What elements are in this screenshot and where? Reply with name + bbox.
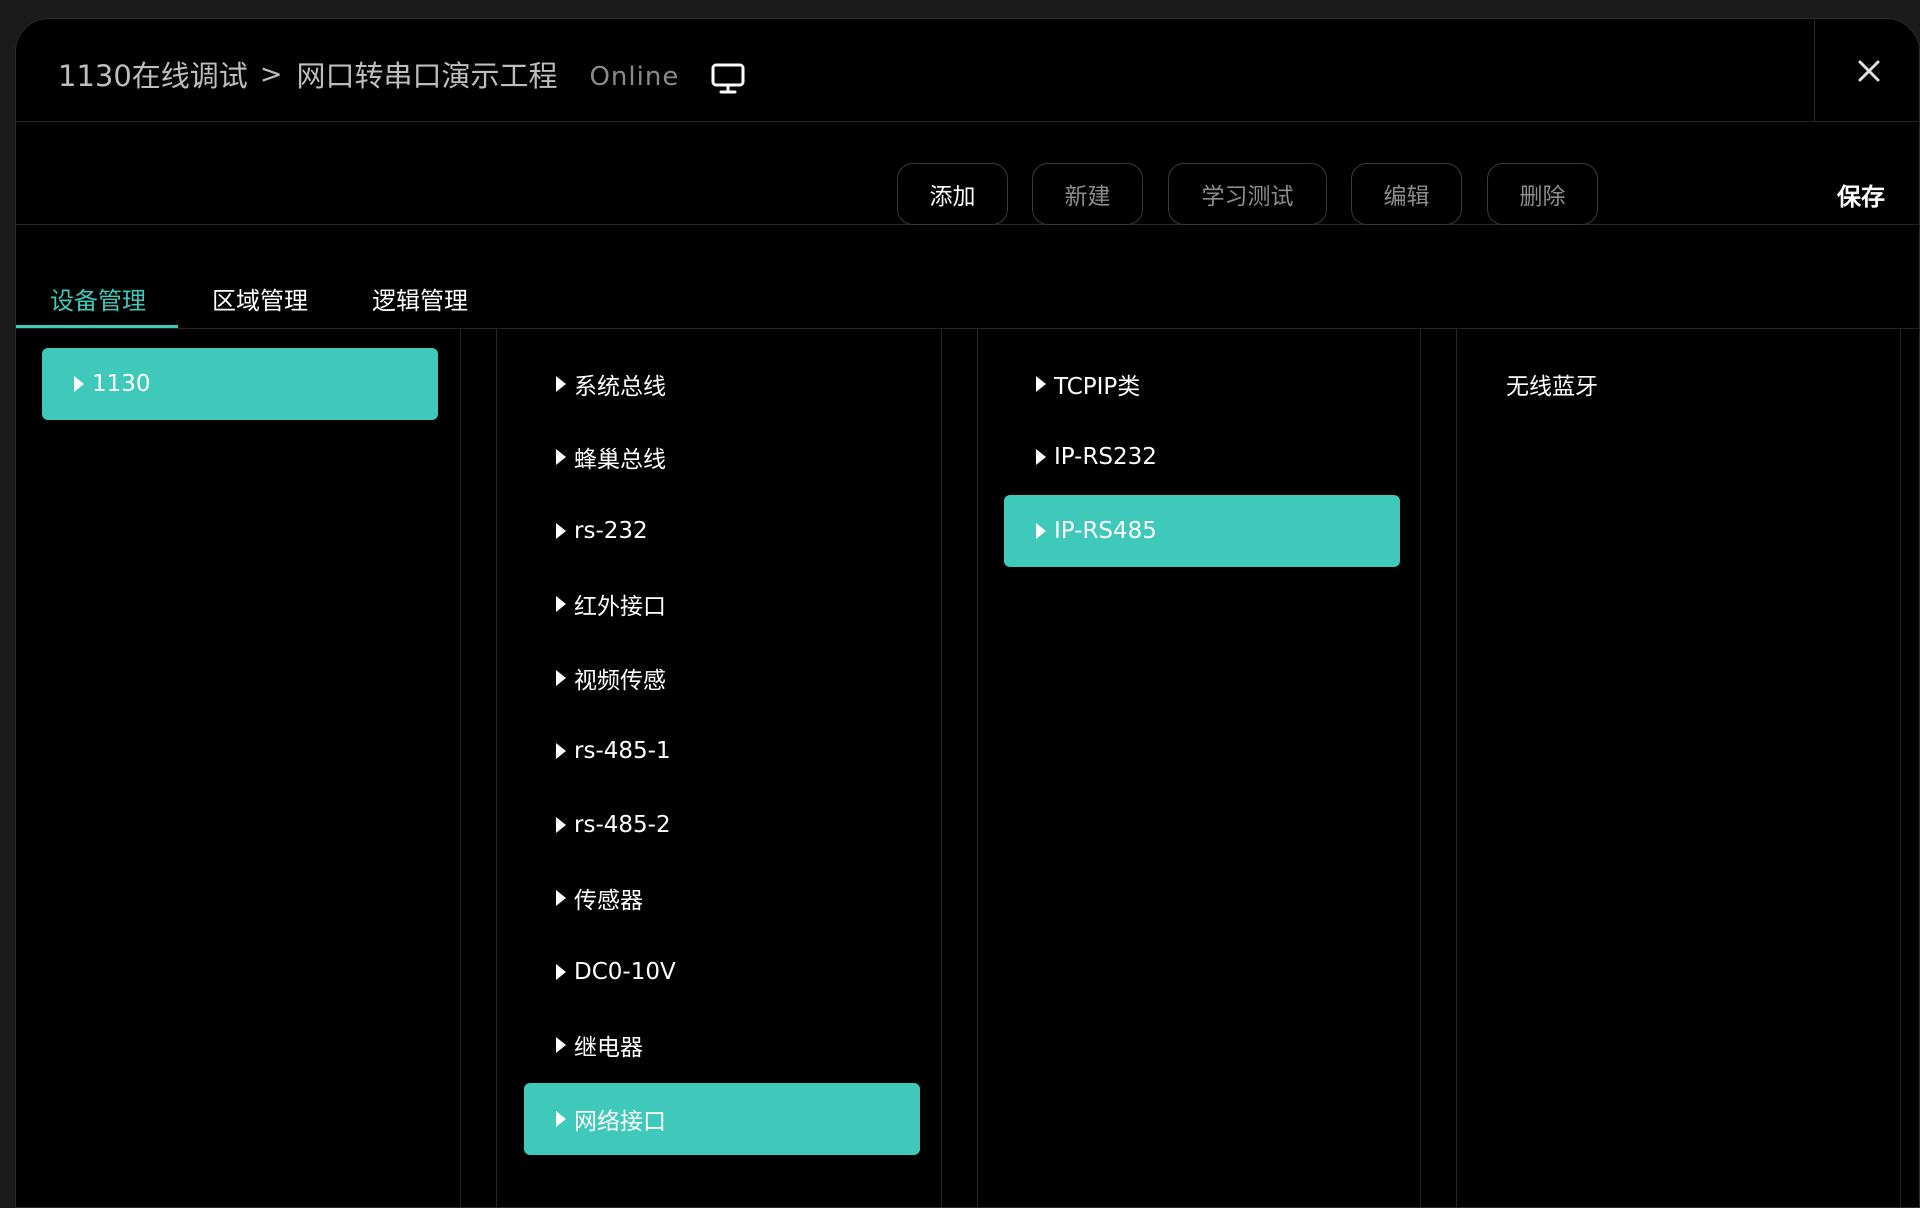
caret-right-icon xyxy=(556,743,566,759)
title-bar: 1130在线调试 > 网口转串口演示工程 Online xyxy=(16,19,1919,122)
column-divider xyxy=(1456,329,1457,1207)
caret-right-icon xyxy=(74,376,84,392)
list-item[interactable]: 系统总线 xyxy=(524,348,920,420)
column-divider xyxy=(1420,329,1421,1207)
column-divider xyxy=(460,329,461,1207)
monitor-icon[interactable] xyxy=(711,61,745,95)
close-icon[interactable] xyxy=(1854,56,1884,86)
add-button[interactable]: 添加 xyxy=(897,163,1008,225)
list-item-label: 传感器 xyxy=(574,888,643,914)
edit-button[interactable]: 编辑 xyxy=(1351,163,1462,225)
list-item[interactable]: IP-RS232 xyxy=(1004,421,1400,493)
list-item-label: 红外接口 xyxy=(574,594,666,620)
learn-test-button[interactable]: 学习测试 xyxy=(1168,163,1327,225)
caret-right-icon xyxy=(556,449,566,465)
breadcrumb-separator: > xyxy=(259,58,283,90)
save-button[interactable]: 保存 xyxy=(1837,177,1885,212)
caret-right-icon xyxy=(556,596,566,612)
list-item-label: rs-485-1 xyxy=(574,738,671,764)
breadcrumb-project[interactable]: 1130在线调试 xyxy=(58,53,248,95)
caret-right-icon xyxy=(1036,449,1046,465)
column-divider xyxy=(496,329,497,1207)
list-item-label: 1130 xyxy=(92,371,151,397)
list-item-label: TCPIP类 xyxy=(1054,374,1141,400)
column-divider xyxy=(941,329,942,1207)
list-item-network-interface[interactable]: 网络接口 xyxy=(524,1083,920,1155)
list-item-label: 继电器 xyxy=(574,1035,643,1061)
caret-right-icon xyxy=(556,890,566,906)
list-item[interactable]: rs-485-1 xyxy=(524,715,920,787)
active-tab-indicator xyxy=(16,325,178,328)
list-item[interactable]: rs-232 xyxy=(524,495,920,567)
caret-right-icon xyxy=(556,817,566,833)
title-divider xyxy=(1814,19,1815,122)
list-item[interactable]: TCPIP类 xyxy=(1004,348,1400,420)
list-item-label: 网络接口 xyxy=(574,1109,666,1135)
list-item-label: rs-485-2 xyxy=(574,812,671,838)
list-item[interactable]: DC0-10V xyxy=(524,936,920,1008)
list-item[interactable]: 继电器 xyxy=(524,1009,920,1081)
breadcrumb-page: 网口转串口演示工程 xyxy=(296,59,558,93)
column-divider xyxy=(977,329,978,1207)
list-item-label: DC0-10V xyxy=(574,959,676,985)
connection-status: Online xyxy=(589,62,680,92)
list-item[interactable]: 视频传感 xyxy=(524,642,920,714)
column-divider xyxy=(1900,329,1901,1207)
list-item-label: 无线蓝牙 xyxy=(1506,374,1598,400)
list-item-label: 系统总线 xyxy=(574,374,666,400)
list-item-label: 蜂巢总线 xyxy=(574,447,666,473)
device-item-1130[interactable]: 1130 xyxy=(42,348,438,420)
caret-right-icon xyxy=(556,964,566,980)
list-item-label: IP-RS485 xyxy=(1054,518,1157,544)
dialog-window: 1130在线调试 > 网口转串口演示工程 Online 添加 新建 学习测试 编… xyxy=(15,18,1920,1208)
breadcrumb: 1130在线调试 > 网口转串口演示工程 Online xyxy=(58,53,745,95)
list-item-ip-rs485[interactable]: IP-RS485 xyxy=(1004,495,1400,567)
caret-right-icon xyxy=(1036,523,1046,539)
list-item[interactable]: 蜂巢总线 xyxy=(524,421,920,493)
tab-bar: 设备管理 区域管理 逻辑管理 xyxy=(16,225,1919,329)
list-item-label: rs-232 xyxy=(574,518,648,544)
new-button[interactable]: 新建 xyxy=(1032,163,1143,225)
caret-right-icon xyxy=(556,670,566,686)
delete-button[interactable]: 删除 xyxy=(1487,163,1598,225)
toolbar: 添加 新建 学习测试 编辑 删除 保存 xyxy=(16,122,1919,225)
tab-area-management[interactable]: 区域管理 xyxy=(212,281,308,316)
caret-right-icon xyxy=(556,1111,566,1127)
list-item-label: IP-RS232 xyxy=(1054,444,1157,470)
list-item-label: 视频传感 xyxy=(574,668,666,694)
list-item[interactable]: 传感器 xyxy=(524,862,920,934)
list-item-wireless-bluetooth[interactable]: 无线蓝牙 xyxy=(1506,348,1876,420)
list-item[interactable]: 红外接口 xyxy=(524,568,920,640)
caret-right-icon xyxy=(1036,376,1046,392)
caret-right-icon xyxy=(556,376,566,392)
tab-logic-management[interactable]: 逻辑管理 xyxy=(372,281,468,316)
tab-device-management[interactable]: 设备管理 xyxy=(50,281,146,316)
list-item[interactable]: rs-485-2 xyxy=(524,789,920,861)
caret-right-icon xyxy=(556,523,566,539)
caret-right-icon xyxy=(556,1037,566,1053)
